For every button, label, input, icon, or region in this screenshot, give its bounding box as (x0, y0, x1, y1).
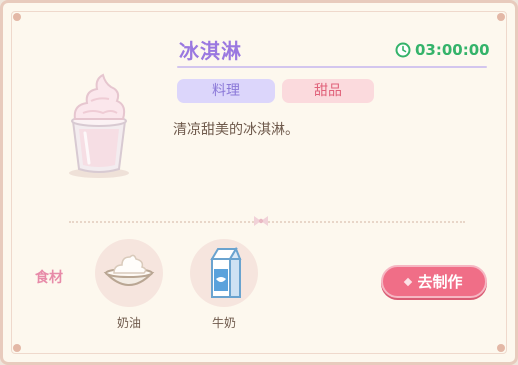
cream-bowl-icon (103, 254, 155, 286)
make-button[interactable]: 去制作 (381, 265, 487, 298)
clock-icon (395, 42, 411, 58)
diamond-icon (404, 277, 413, 286)
timer-value: 03:00:00 (415, 41, 490, 59)
ingredients-label: 食材 (35, 270, 63, 286)
ingredient-name: 牛奶 (211, 316, 236, 330)
tag-dessert: 甜品 (282, 79, 374, 103)
milk-carton-icon (210, 246, 242, 298)
cooking-timer: 03:00:00 (395, 41, 490, 59)
corner-dot (497, 13, 505, 21)
bow-icon (254, 216, 268, 226)
recipe-title: 冰淇淋 (179, 39, 242, 63)
corner-dot (497, 344, 505, 352)
recipe-description: 清凉甜美的冰淇淋。 (173, 122, 299, 138)
recipe-card: 冰淇淋 03:00:00 料理 甜品 清凉甜美的冰淇淋。 食材 奶油 牛奶 去制… (0, 0, 518, 365)
ice-cream-dish-icon (69, 73, 129, 178)
corner-dot (13, 13, 21, 21)
tag-cooking: 料理 (177, 79, 275, 103)
make-button-label: 去制作 (417, 273, 463, 291)
ingredient-slot (190, 239, 258, 307)
ingredient-slot (95, 239, 163, 307)
ingredient-item-milk[interactable]: 牛奶 (188, 239, 260, 331)
corner-dot (13, 344, 21, 352)
ingredient-item-cream[interactable]: 奶油 (93, 239, 165, 331)
title-underline (177, 66, 487, 68)
ingredient-name: 奶油 (116, 316, 141, 330)
